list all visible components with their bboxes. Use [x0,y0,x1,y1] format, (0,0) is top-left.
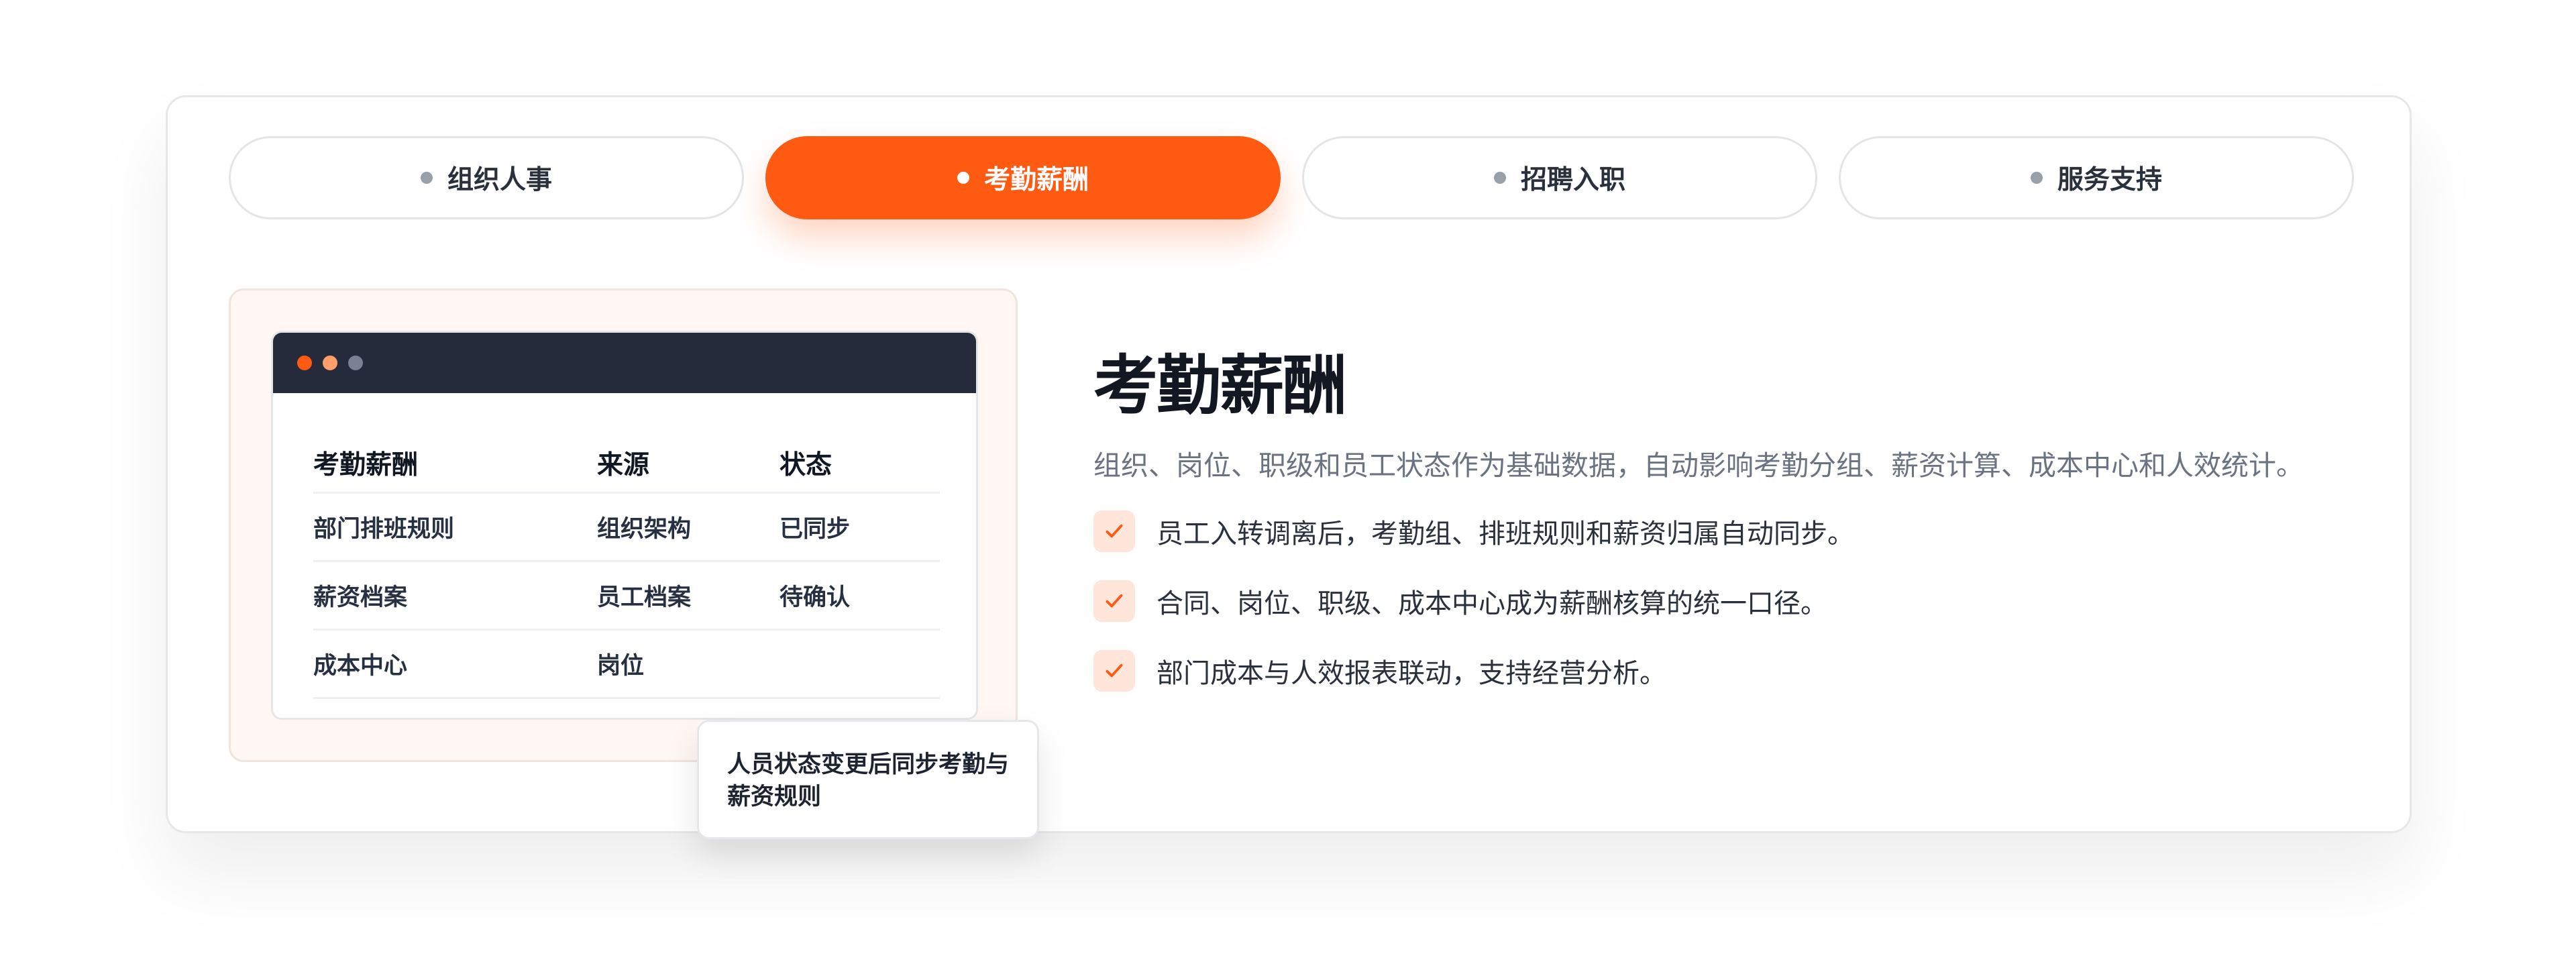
tab-organization-hr[interactable]: 组织人事 [229,136,744,219]
column-header: 考勤薪酬 [313,449,419,480]
feature-content: 考勤薪酬 组织、岗位、职级和员工状态作为基础数据，自动影响考勤分组、薪资计算、成… [1093,345,2368,720]
tab-service-support[interactable]: 服务支持 [1839,136,2354,219]
table-cell: 岗位 [597,653,645,680]
sync-table: 考勤薪酬 来源 状态 部门排班规则 组织架构 已同步 薪资档案 员工档案 待确认… [313,433,940,699]
table-cell: 部门排班规则 [313,516,455,543]
feature-list: 员工入转调离后，考勤组、排班规则和薪资归属自动同步。 合同、岗位、职级、成本中心… [1093,511,2368,692]
table-cell: 薪资档案 [313,584,408,611]
table-row: 薪资档案 员工档案 待确认 [313,562,940,631]
tab-dot-icon [420,172,433,184]
list-item-text: 员工入转调离后，考勤组、排班规则和薪资归属自动同步。 [1157,519,1854,549]
tab-dot-icon [2030,172,2043,184]
checkmark-icon [1093,650,1135,692]
tab-label: 考勤薪酬 [983,165,1089,195]
table-cell: 组织架构 [597,516,692,543]
window-maximize-dot-icon [348,356,363,370]
table-cell: 已同步 [780,516,851,543]
window-titlebar [273,333,976,393]
list-item: 合同、岗位、职级、成本中心成为薪酬核算的统一口径。 [1093,580,2368,622]
window-minimize-dot-icon [323,356,337,370]
tab-dot-icon [957,172,969,184]
table-cell: 待确认 [780,584,851,611]
feature-description: 组织、岗位、职级和员工状态作为基础数据，自动影响考勤分组、薪资计算、成本中心和人… [1093,449,2304,482]
list-item: 员工入转调离后，考勤组、排班规则和薪资归属自动同步。 [1093,511,2368,552]
list-item-text: 部门成本与人效报表联动，支持经营分析。 [1157,658,1666,689]
module-tabs: 组织人事 考勤薪酬 招聘入职 服务支持 [229,136,2354,219]
table-row: 部门排班规则 组织架构 已同步 [313,494,940,562]
table-cell: 员工档案 [597,584,692,611]
preview-window: 考勤薪酬 来源 状态 部门排班规则 组织架构 已同步 薪资档案 员工档案 待确认… [271,331,978,720]
tab-recruitment-onboarding[interactable]: 招聘入职 [1302,136,1817,219]
table-header-row: 考勤薪酬 来源 状态 [313,433,940,494]
tab-label: 组织人事 [447,165,552,195]
table-cell: 成本中心 [313,653,408,680]
column-header: 来源 [597,449,650,480]
checkmark-icon [1093,580,1135,622]
column-header: 状态 [780,449,833,480]
tab-label: 招聘入职 [1520,165,1625,195]
feature-card: 组织人事 考勤薪酬 招聘入职 服务支持 考勤薪酬 来源 状态 部门排班规则 组织… [166,95,2412,839]
tab-label: 服务支持 [2057,165,2162,195]
feature-title: 考勤薪酬 [1093,348,1347,423]
list-item: 部门成本与人效报表联动，支持经营分析。 [1093,650,2368,692]
window-close-dot-icon [297,356,312,370]
list-item-text: 合同、岗位、职级、成本中心成为薪酬核算的统一口径。 [1157,588,1827,619]
table-row: 成本中心 岗位 [313,631,940,699]
checkmark-icon [1093,511,1135,552]
tab-attendance-payroll[interactable]: 考勤薪酬 [765,136,1281,219]
sync-tooltip: 人员状态变更后同步考勤与薪资规则 [697,720,1039,839]
tab-dot-icon [1493,172,1506,184]
preview-panel: 考勤薪酬 来源 状态 部门排班规则 组织架构 已同步 薪资档案 员工档案 待确认… [229,288,1039,839]
